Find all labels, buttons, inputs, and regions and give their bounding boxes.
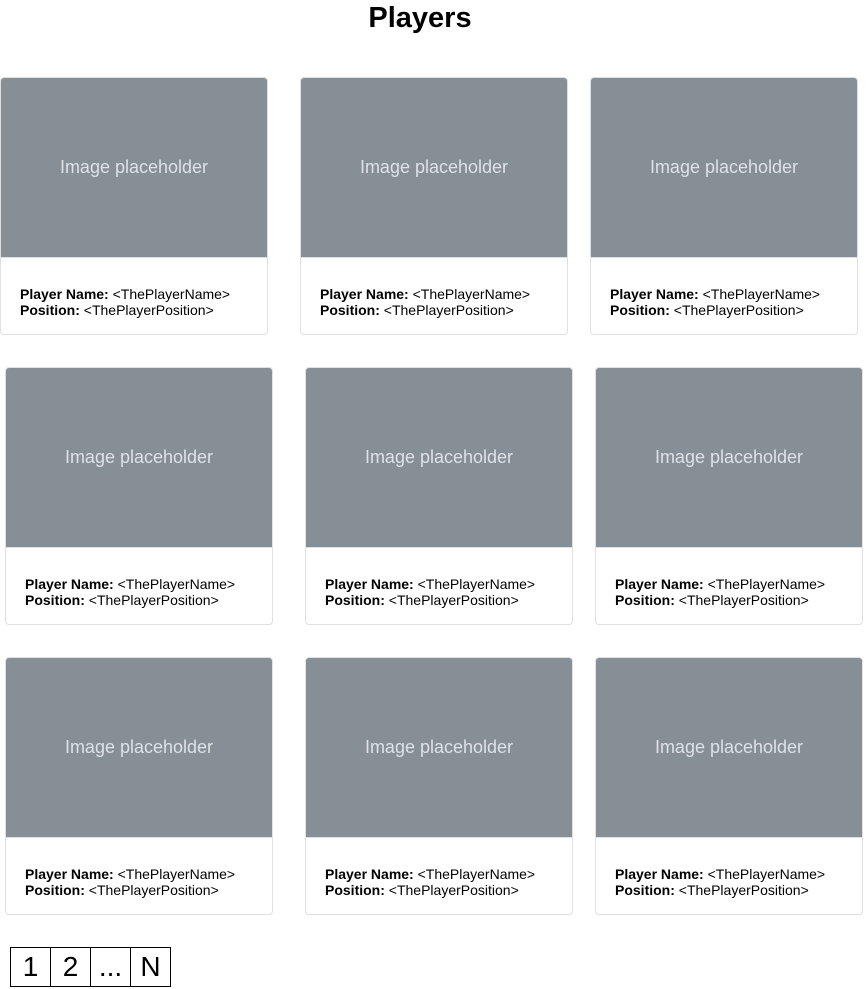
player-name-row: Player Name: <ThePlayerName> (20, 286, 248, 302)
player-name-row: Player Name: <ThePlayerName> (320, 286, 548, 302)
image-placeholder: Image placeholder (306, 658, 572, 838)
pagination: 1 2 ... N (10, 947, 171, 987)
player-position-label: Position: (615, 882, 675, 898)
image-placeholder: Image placeholder (1, 78, 267, 258)
image-placeholder: Image placeholder (301, 78, 567, 258)
player-card[interactable]: Image placeholder Player Name: <ThePlaye… (0, 77, 268, 335)
image-placeholder-text: Image placeholder (59, 157, 209, 177)
player-card[interactable]: Image placeholder Player Name: <ThePlaye… (5, 657, 273, 915)
image-placeholder: Image placeholder (591, 78, 857, 258)
player-name-value: <ThePlayerName> (112, 286, 231, 302)
player-name-label: Player Name: (325, 576, 414, 592)
player-position-label: Position: (325, 882, 385, 898)
player-position-value: <ThePlayerPosition> (678, 882, 809, 898)
player-name-label: Player Name: (320, 286, 409, 302)
player-name-value: <ThePlayerName> (417, 576, 536, 592)
player-name-row: Player Name: <ThePlayerName> (325, 866, 553, 882)
image-placeholder-text: Image placeholder (649, 157, 799, 177)
player-name-value: <ThePlayerName> (707, 576, 826, 592)
player-name-row: Player Name: <ThePlayerName> (615, 866, 843, 882)
image-placeholder-text: Image placeholder (654, 737, 804, 757)
player-position-value: <ThePlayerPosition> (388, 592, 519, 608)
player-name-row: Player Name: <ThePlayerName> (325, 576, 553, 592)
player-position-row: Position: <ThePlayerPosition> (615, 882, 843, 898)
player-name-label: Player Name: (25, 576, 114, 592)
page-button-last[interactable]: N (131, 948, 170, 986)
image-placeholder: Image placeholder (6, 658, 272, 838)
player-card[interactable]: Image placeholder Player Name: <ThePlaye… (595, 367, 863, 625)
player-position-label: Position: (615, 592, 675, 608)
player-name-value: <ThePlayerName> (117, 576, 236, 592)
player-position-value: <ThePlayerPosition> (673, 302, 804, 318)
player-position-row: Position: <ThePlayerPosition> (320, 302, 548, 318)
player-name-label: Player Name: (20, 286, 109, 302)
player-position-value: <ThePlayerPosition> (88, 592, 219, 608)
player-position-row: Position: <ThePlayerPosition> (615, 592, 843, 608)
player-position-row: Position: <ThePlayerPosition> (20, 302, 248, 318)
player-position-row: Position: <ThePlayerPosition> (325, 882, 553, 898)
player-card[interactable]: Image placeholder Player Name: <ThePlaye… (305, 657, 573, 915)
player-position-row: Position: <ThePlayerPosition> (25, 592, 253, 608)
player-position-row: Position: <ThePlayerPosition> (610, 302, 838, 318)
image-placeholder-text: Image placeholder (64, 737, 214, 757)
image-placeholder-text: Image placeholder (364, 737, 514, 757)
player-name-label: Player Name: (615, 576, 704, 592)
player-position-label: Position: (320, 302, 380, 318)
player-name-row: Player Name: <ThePlayerName> (615, 576, 843, 592)
player-position-row: Position: <ThePlayerPosition> (25, 882, 253, 898)
player-position-label: Position: (610, 302, 670, 318)
player-position-label: Position: (25, 882, 85, 898)
player-card[interactable]: Image placeholder Player Name: <ThePlaye… (305, 367, 573, 625)
image-placeholder: Image placeholder (596, 658, 862, 838)
player-name-row: Player Name: <ThePlayerName> (610, 286, 838, 302)
player-position-value: <ThePlayerPosition> (383, 302, 514, 318)
image-placeholder-text: Image placeholder (359, 157, 509, 177)
player-name-label: Player Name: (610, 286, 699, 302)
image-placeholder: Image placeholder (596, 368, 862, 548)
player-position-value: <ThePlayerPosition> (388, 882, 519, 898)
player-position-row: Position: <ThePlayerPosition> (325, 592, 553, 608)
player-position-value: <ThePlayerPosition> (88, 882, 219, 898)
player-position-value: <ThePlayerPosition> (83, 302, 214, 318)
player-name-row: Player Name: <ThePlayerName> (25, 576, 253, 592)
image-placeholder-text: Image placeholder (364, 447, 514, 467)
player-position-value: <ThePlayerPosition> (678, 592, 809, 608)
player-name-value: <ThePlayerName> (412, 286, 531, 302)
image-placeholder: Image placeholder (6, 368, 272, 548)
page-button-ellipsis[interactable]: ... (91, 948, 131, 986)
player-position-label: Position: (20, 302, 80, 318)
player-position-label: Position: (25, 592, 85, 608)
player-name-label: Player Name: (615, 866, 704, 882)
image-placeholder: Image placeholder (306, 368, 572, 548)
player-name-label: Player Name: (325, 866, 414, 882)
page-title: Players (368, 2, 472, 34)
player-name-value: <ThePlayerName> (702, 286, 821, 302)
player-card[interactable]: Image placeholder Player Name: <ThePlaye… (590, 77, 858, 335)
player-name-label: Player Name: (25, 866, 114, 882)
player-name-value: <ThePlayerName> (117, 866, 236, 882)
player-name-value: <ThePlayerName> (707, 866, 826, 882)
player-name-value: <ThePlayerName> (417, 866, 536, 882)
page-button-1[interactable]: 1 (11, 948, 51, 986)
image-placeholder-text: Image placeholder (654, 447, 804, 467)
image-placeholder-text: Image placeholder (64, 447, 214, 467)
page-button-2[interactable]: 2 (51, 948, 91, 986)
player-card[interactable]: Image placeholder Player Name: <ThePlaye… (5, 367, 273, 625)
player-card[interactable]: Image placeholder Player Name: <ThePlaye… (595, 657, 863, 915)
player-name-row: Player Name: <ThePlayerName> (25, 866, 253, 882)
player-card[interactable]: Image placeholder Player Name: <ThePlaye… (300, 77, 568, 335)
player-position-label: Position: (325, 592, 385, 608)
